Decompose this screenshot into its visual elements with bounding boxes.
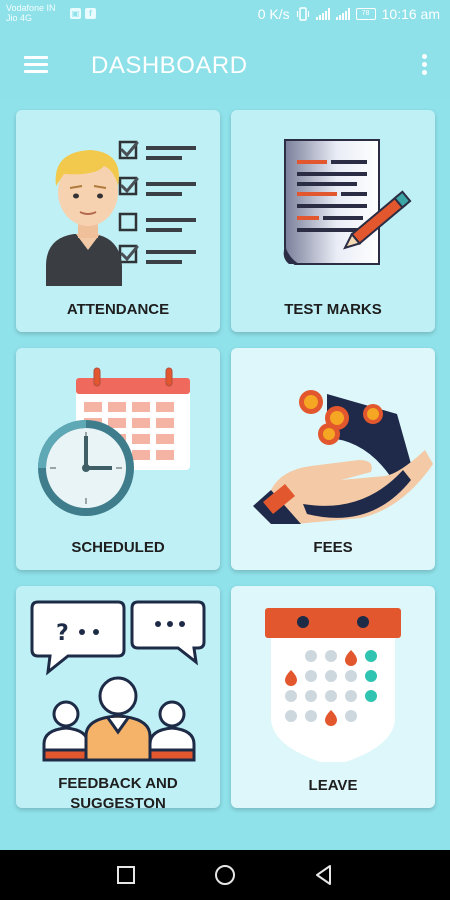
feedback-chat-people-icon: ? <box>30 600 206 762</box>
feedback-card[interactable]: ? FEEDBACK AND SUGGESTON <box>16 586 220 812</box>
leave-calendar-icon <box>265 608 401 762</box>
test-marks-document-icon <box>283 139 412 265</box>
status-right: 0 K/s 78 10:16 am <box>258 6 440 22</box>
svg-text:?: ? <box>56 621 69 646</box>
battery-icon: 78 <box>355 8 376 20</box>
carrier-line1: Vodafone IN <box>6 3 56 13</box>
clock: 10:16 am <box>381 6 440 22</box>
leave-card[interactable]: LEAVE <box>231 586 435 808</box>
notification-icon: ▣ <box>70 8 81 19</box>
feedback-label: FEEDBACK AND SUGGESTON <box>16 774 220 814</box>
fees-hand-coins-icon <box>253 390 433 524</box>
feedback-label-line2: SUGGESTON <box>70 795 166 812</box>
dashboard-grid: ATTENDANCE TEST MARKS SCHEDULED FEES ? F… <box>0 100 450 850</box>
scheduled-label: SCHEDULED <box>71 539 165 556</box>
fees-card[interactable]: FEES <box>231 348 435 570</box>
scheduled-card[interactable]: SCHEDULED <box>16 348 220 570</box>
schedule-calendar-clock-icon <box>38 367 190 516</box>
notification-icons: ▣ f <box>70 8 96 19</box>
vibrate-icon <box>296 7 309 21</box>
signal-icon <box>315 8 330 20</box>
battery-level: 78 <box>361 10 370 17</box>
fees-label: FEES <box>313 539 353 556</box>
feedback-label-line1: FEEDBACK AND <box>58 775 178 792</box>
carrier-line2: Jio 4G <box>6 13 33 23</box>
hamburger-menu-icon[interactable] <box>24 56 48 74</box>
test-marks-card[interactable]: TEST MARKS <box>231 110 435 332</box>
signal-icon-2 <box>335 8 350 20</box>
network-speed: 0 K/s <box>257 6 290 22</box>
recents-square-icon[interactable] <box>113 862 139 888</box>
home-circle-icon[interactable] <box>212 862 238 888</box>
attendance-checklist-icon <box>46 140 196 286</box>
back-triangle-icon[interactable] <box>311 862 337 888</box>
attendance-label: ATTENDANCE <box>66 301 170 318</box>
carrier-info: Vodafone IN Jio 4G <box>6 3 56 23</box>
attendance-card[interactable]: ATTENDANCE <box>16 110 220 332</box>
more-options-icon[interactable] <box>422 54 428 78</box>
page-title: DASHBOARD <box>91 52 248 79</box>
app-bar: DASHBOARD <box>0 32 450 100</box>
status-bar: Vodafone IN Jio 4G ▣ f 0 K/s 78 10:16 am <box>0 0 450 32</box>
facebook-icon: f <box>85 8 96 19</box>
system-nav-bar <box>0 850 450 900</box>
leave-label: LEAVE <box>308 777 358 794</box>
test-marks-label: TEST MARKS <box>284 301 382 318</box>
